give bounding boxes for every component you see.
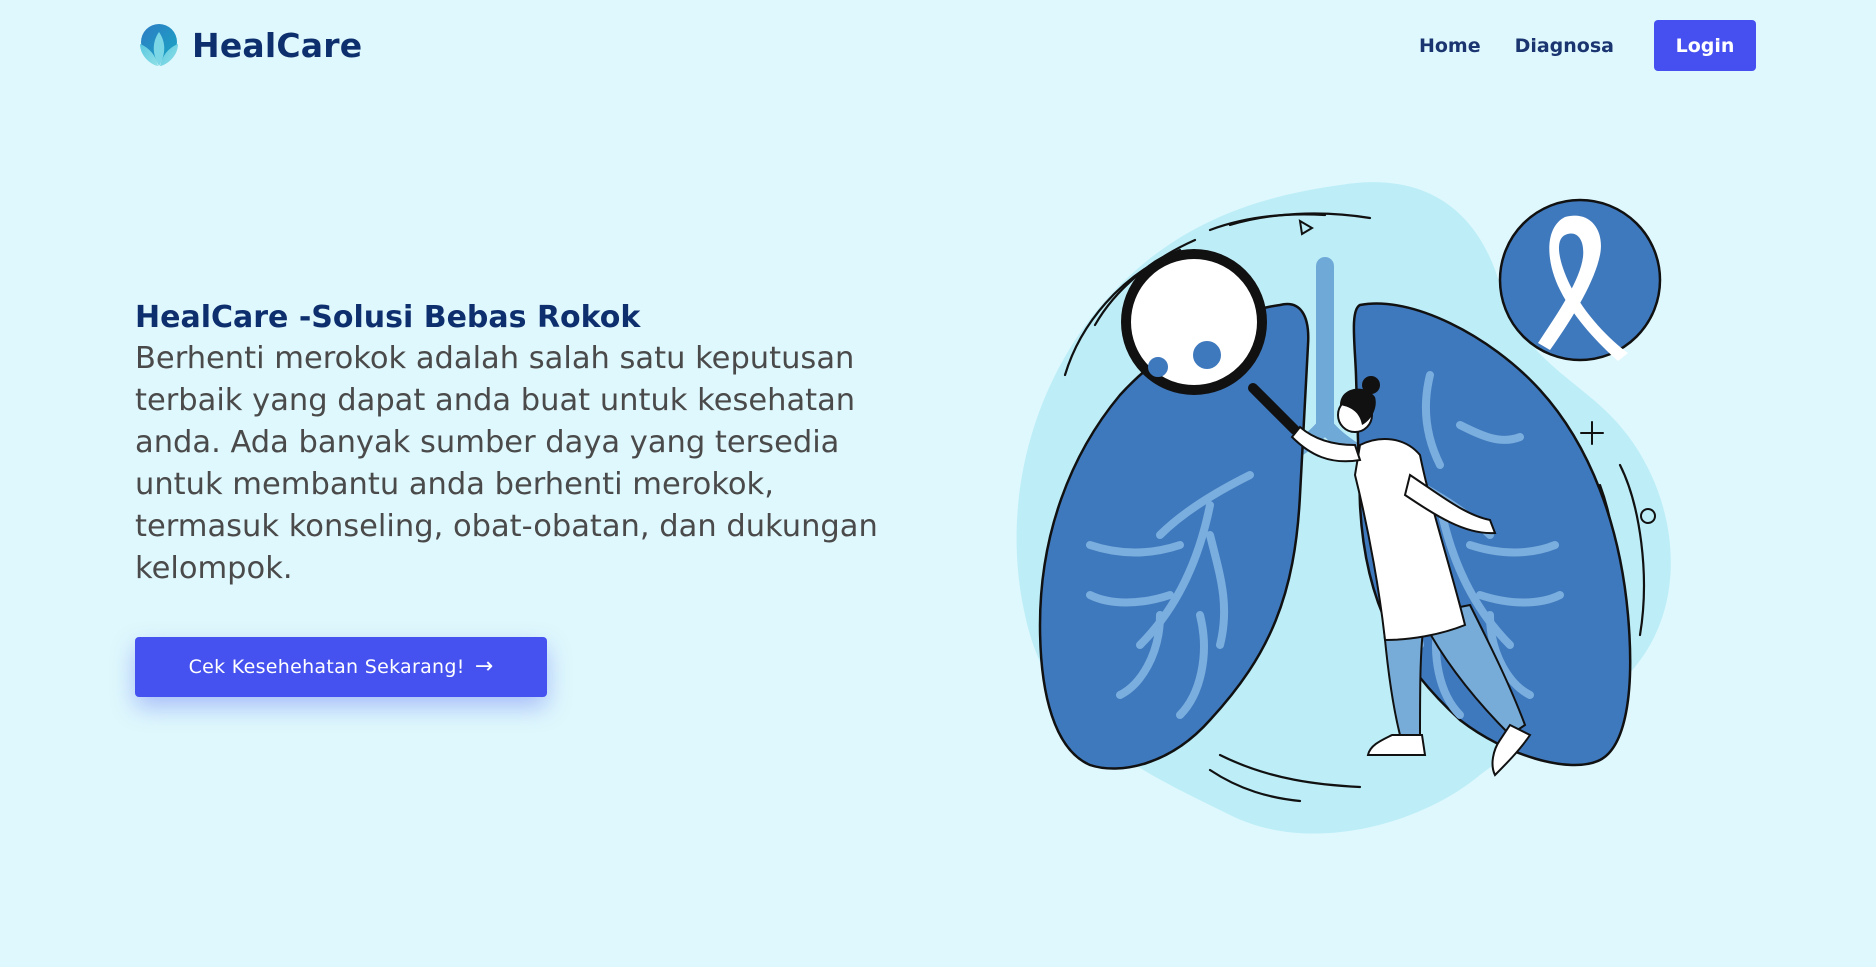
hero-section: HealCare -Solusi Bebas Rokok Berhenti me…: [135, 298, 925, 590]
arrow-right-icon: →: [474, 654, 494, 679]
nav-link-diagnosa[interactable]: Diagnosa: [1515, 35, 1614, 57]
cta-label: Cek Kesehehatan Sekarang!: [188, 656, 465, 678]
awareness-ribbon-icon: [1498, 198, 1662, 362]
hero-description: Berhenti merokok adalah salah satu keput…: [135, 341, 878, 586]
login-button[interactable]: Login: [1654, 20, 1756, 71]
cek-kesehatan-button[interactable]: Cek Kesehehatan Sekarang! →: [135, 637, 547, 697]
hero-title: HealCare -Solusi Bebas Rokok: [135, 300, 641, 335]
leaf-drop-logo-icon: [140, 24, 178, 66]
nav-link-home[interactable]: Home: [1419, 35, 1481, 57]
doctor-examining-lungs-illustration: [1016, 182, 1671, 834]
trachea: [1316, 257, 1334, 437]
nav-links: Home Diagnosa Login: [1419, 20, 1756, 71]
brand-link[interactable]: HealCare: [136, 22, 362, 68]
navbar: HealCare Home Diagnosa Login: [0, 0, 1876, 92]
brand-name: HealCare: [192, 25, 363, 65]
